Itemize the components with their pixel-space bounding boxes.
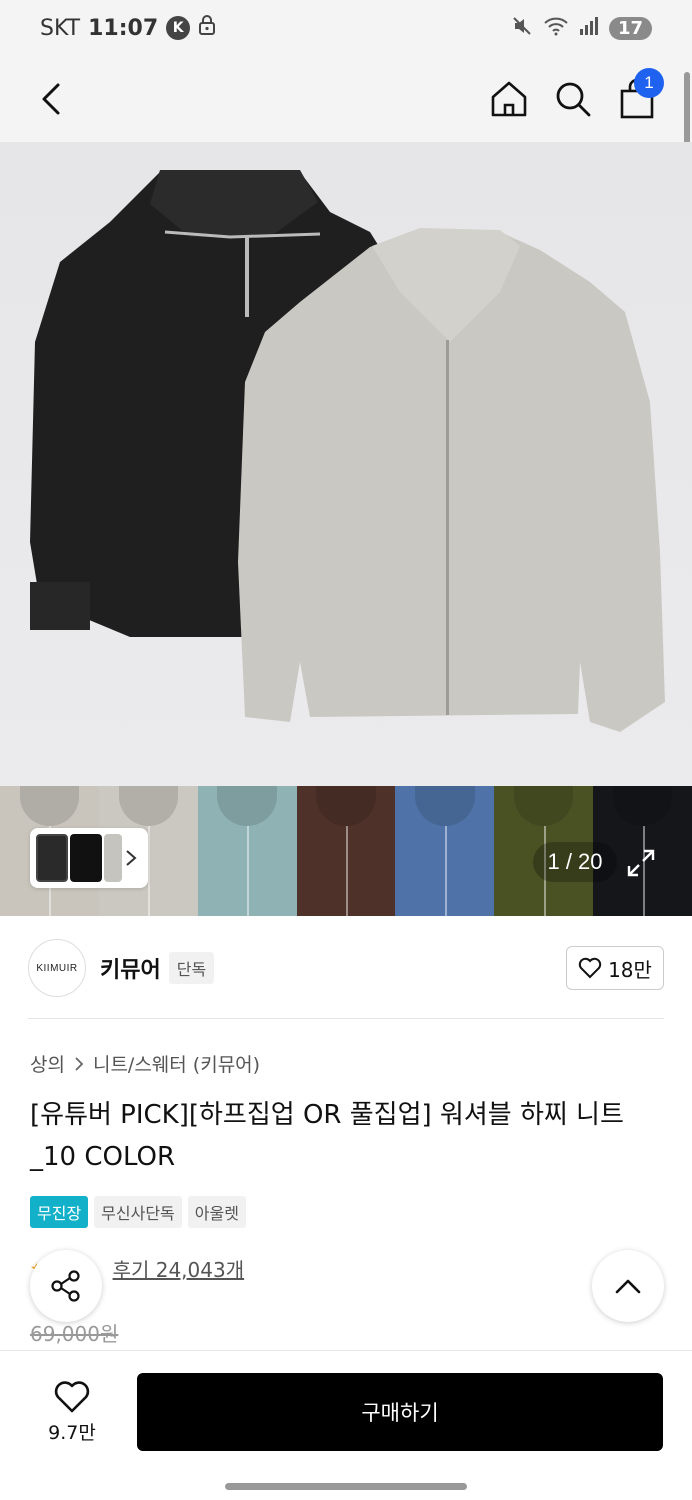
signal-icon [579,16,599,40]
scroll-top-button[interactable] [592,1250,664,1322]
expand-icon [627,849,655,877]
product-photo [30,170,665,732]
brand-row: KIIMUIR 키뮤어 단독 18만 [28,938,664,998]
clock: 11:07 [88,15,159,41]
expand-button[interactable] [620,842,662,884]
search-button[interactable] [548,74,598,124]
divider [28,1018,664,1019]
product-title: [유튜버 PICK][하프집업 OR 풀집업] 워셔블 하찌 니트_10 COL… [30,1100,624,1172]
bottom-action-bar: 9.7만 구매하기 [0,1350,692,1500]
thumbnail-dark [70,834,102,882]
swatch-brown [296,786,396,916]
home-indicator [225,1483,467,1490]
breadcrumb-item-top[interactable]: 상의 [30,1050,65,1077]
breadcrumb: 상의 니트/스웨터 (키뮤어) [30,1050,260,1077]
grey-sweater-image [238,228,665,732]
app-header: 1 [0,56,692,142]
tag-musinsa-exclusive: 무신사단독 [94,1196,182,1228]
swatch-blue [395,786,495,916]
scroll-indicator [684,72,690,144]
tag-outlet: 아울렛 [187,1196,246,1228]
thumbnail-preview[interactable] [30,828,148,888]
swatch-mint [197,786,297,916]
brand-logo[interactable]: KIIMUIR [28,939,86,997]
lock-icon [198,14,216,42]
exclusive-tag: 단독 [168,952,215,984]
k-icon: K [166,16,191,40]
share-button[interactable] [30,1250,102,1322]
heart-icon [54,1380,90,1412]
chevron-right-icon [126,850,137,866]
search-icon [556,82,591,117]
chevron-left-icon [42,83,60,115]
breadcrumb-item-category[interactable]: 니트/스웨터 (키뮤어) [93,1050,260,1077]
status-right: 17 [511,15,652,41]
tag-mujinjang: 무진장 [30,1196,89,1228]
status-left: SKT 11:07 K [40,14,216,42]
wishlist-button[interactable]: 9.7만 [30,1375,114,1449]
brand-like-button[interactable]: 18만 [566,946,664,990]
image-page-counter: 1 / 20 [533,842,617,882]
wifi-icon [543,15,569,41]
back-button[interactable] [26,74,76,124]
chevron-up-icon [615,1279,641,1294]
cart-count-badge: 1 [634,68,664,98]
heart-icon [578,957,602,979]
review-link[interactable]: 후기 24,043개 [113,1254,245,1283]
thumbnail-black [36,834,68,882]
brand-name[interactable]: 키뮤어 [100,952,161,984]
mute-icon [511,15,533,41]
status-bar: SKT 11:07 K 17 [0,0,692,56]
brand-like-count: 18만 [608,957,652,982]
buy-button[interactable]: 구매하기 [137,1373,663,1451]
product-tags: 무진장 무신사단독 아울렛 [30,1196,246,1228]
share-icon [51,1270,80,1302]
chevron-right-icon [75,1056,84,1071]
product-image-carousel[interactable]: 1 / 20 [0,142,692,916]
original-price: 69,000원 [30,1322,119,1346]
battery-indicator: 17 [608,16,652,40]
wishlist-count: 9.7만 [48,1421,96,1444]
cart-button[interactable]: 1 [612,68,664,124]
home-button[interactable] [484,74,534,124]
home-icon [491,81,527,117]
carrier-label: SKT [40,15,81,41]
thumbnail-grey [104,834,122,882]
